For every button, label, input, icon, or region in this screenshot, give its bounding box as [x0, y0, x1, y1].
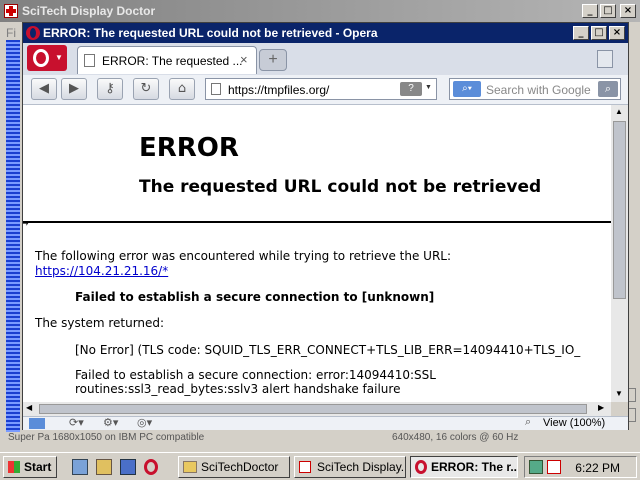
app-icon	[299, 461, 311, 473]
scroll-right-arrow-icon[interactable]: ▶	[598, 403, 604, 412]
trash-icon[interactable]	[597, 50, 613, 68]
help-icon[interactable]: ?	[400, 82, 422, 96]
navigation-toolbar: ◀ ▶ ⚷ ↻ ⌂ https://tmpfiles.org/ ? ▼ ⌕▾ S…	[23, 75, 628, 105]
chevron-down-icon: ▼	[55, 53, 63, 62]
menu-file[interactable]: Fi	[6, 26, 16, 40]
error-url-link[interactable]: https://104.21.21.16/*	[35, 264, 168, 278]
quick-launch-icon[interactable]	[96, 459, 112, 475]
zoom-level[interactable]: View (100%)	[543, 417, 605, 429]
opera-titlebar: ERROR: The requested URL could not be re…	[23, 23, 628, 43]
search-engine-icon[interactable]: ⌕▾	[453, 81, 481, 97]
opera-window: ERROR: The requested URL could not be re…	[22, 22, 629, 430]
page-icon	[84, 54, 95, 67]
folder-icon	[183, 461, 197, 473]
quick-launch-icon[interactable]	[120, 459, 136, 475]
search-input[interactable]: Search with Google	[486, 83, 591, 97]
opera-logo-icon	[415, 460, 427, 474]
outer-window-titlebar: SciTech Display Doctor _ □ ×	[0, 0, 640, 22]
zoom-icon[interactable]: ⌕	[525, 416, 531, 429]
page-content: ERROR The requested URL could not be ret…	[23, 105, 611, 402]
task-label: SciTechDoctor	[201, 460, 279, 474]
task-scitech-display[interactable]: SciTech Display...	[294, 456, 406, 478]
tray-display-icon[interactable]	[547, 460, 561, 474]
app-icon	[4, 4, 18, 18]
opera-minimize-button[interactable]: _	[573, 26, 589, 40]
turbo-icon[interactable]: ⚙▾	[103, 416, 118, 429]
tab-bar: ▼ ERROR: The requested ... × +	[23, 43, 628, 75]
intro-text: The following error was encountered whil…	[35, 249, 452, 263]
new-tab-button[interactable]: +	[259, 49, 287, 71]
scroll-left-arrow-icon[interactable]: ◀	[26, 403, 32, 412]
outer-statusbar-left: Super Pa 1680x1050 on IBM PC compatible	[8, 432, 205, 443]
error-detail-line-2: routines:ssl3_read_bytes:sslv3 alert han…	[75, 382, 401, 396]
scroll-thumb[interactable]	[39, 404, 587, 414]
task-label: SciTech Display...	[317, 460, 406, 474]
horizontal-scrollbar[interactable]: ◀ ▶	[23, 402, 611, 416]
tab-error-page[interactable]: ERROR: The requested ... ×	[77, 46, 257, 74]
opera-menu-button[interactable]: ▼	[27, 45, 67, 71]
home-button[interactable]: ⌂	[169, 78, 195, 100]
sync-icon[interactable]: ⟳▾	[69, 416, 84, 429]
outer-window-title: SciTech Display Doctor	[22, 4, 156, 18]
task-label: ERROR: The r...	[431, 460, 518, 474]
task-scitech-doctor[interactable]: SciTechDoctor	[178, 456, 290, 478]
vertical-scrollbar[interactable]: ▲ ▼	[611, 105, 628, 402]
tray-network-icon[interactable]	[529, 460, 543, 474]
close-tab-icon[interactable]: ×	[240, 52, 248, 67]
search-icon[interactable]: ⌕	[598, 81, 618, 97]
start-label: Start	[24, 460, 52, 474]
opera-quick-launch-icon[interactable]	[144, 459, 158, 475]
opera-close-button[interactable]: ×	[609, 26, 625, 40]
opera-o-icon	[33, 49, 49, 67]
horizontal-rule	[23, 221, 611, 223]
panel-toggle-icon[interactable]	[29, 418, 45, 429]
speed-dial-icon[interactable]: ◎▾	[137, 416, 152, 429]
taskbar: Start SciTechDoctor SciTech Display... E…	[0, 452, 640, 480]
search-box[interactable]: ⌕▾ Search with Google ⌕	[449, 78, 621, 100]
error-heading: ERROR	[139, 133, 239, 163]
outer-statusbar-right: 640x480, 16 colors @ 60 Hz	[392, 432, 519, 443]
scroll-down-arrow-icon[interactable]: ▼	[615, 389, 623, 398]
resize-cursor-icon: ↔	[23, 213, 31, 229]
opera-logo-icon	[26, 26, 40, 40]
start-button[interactable]: Start	[3, 456, 57, 478]
opera-window-title: ERROR: The requested URL could not be re…	[43, 26, 378, 40]
page-icon	[211, 83, 221, 95]
close-button[interactable]: ×	[620, 4, 636, 18]
color-test-strip	[6, 40, 20, 432]
clock[interactable]: 6:22 PM	[575, 461, 620, 475]
quick-launch-icon[interactable]	[72, 459, 88, 475]
system-returned-label: The system returned:	[35, 316, 165, 330]
address-bar[interactable]: https://tmpfiles.org/ ? ▼	[205, 78, 437, 100]
system-tray: 6:22 PM	[524, 456, 637, 478]
address-input[interactable]: https://tmpfiles.org/	[228, 83, 329, 97]
error-code-text: [No Error] (TLS code: SQUID_TLS_ERR_CONN…	[75, 343, 581, 357]
chevron-down-icon[interactable]: ▼	[425, 84, 432, 91]
key-icon[interactable]: ⚷	[97, 78, 123, 100]
error-subheading: The requested URL could not be retrieved	[139, 177, 542, 197]
maximize-button[interactable]: □	[600, 4, 616, 18]
opera-maximize-button[interactable]: □	[591, 26, 607, 40]
failure-message: Failed to establish a secure connection …	[75, 290, 435, 304]
forward-button[interactable]: ▶	[61, 78, 87, 100]
scroll-thumb[interactable]	[613, 121, 626, 299]
browser-statusbar: ⟳▾ ⚙▾ ◎▾ ⌕ View (100%)	[23, 416, 628, 430]
task-opera-error[interactable]: ERROR: The r...	[410, 456, 518, 478]
error-detail-line-1: Failed to establish a secure connection:…	[75, 368, 436, 382]
scroll-up-arrow-icon[interactable]: ▲	[615, 107, 623, 116]
windows-logo-icon	[8, 461, 20, 473]
minimize-button[interactable]: _	[582, 4, 598, 18]
back-button[interactable]: ◀	[31, 78, 57, 100]
reload-button[interactable]: ↻	[133, 78, 159, 100]
tab-label: ERROR: The requested ...	[102, 54, 243, 68]
